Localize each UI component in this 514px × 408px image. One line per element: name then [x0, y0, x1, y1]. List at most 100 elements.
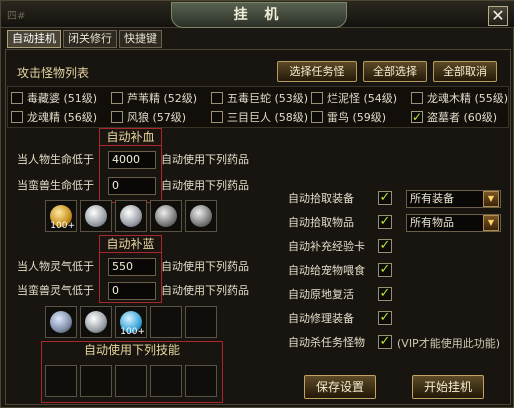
checkbox[interactable] — [311, 92, 323, 104]
monster-item[interactable]: 龙魂精 (56级) — [11, 109, 97, 125]
potion-slot[interactable] — [115, 200, 147, 232]
pet-hp-label: 当蛮兽生命低于 — [17, 179, 94, 192]
check-icon[interactable]: ✓ — [378, 335, 392, 349]
checkbox[interactable] — [311, 111, 323, 123]
potion-slot[interactable] — [185, 200, 217, 232]
skill-slot[interactable] — [150, 365, 182, 397]
save-settings-button[interactable]: 保存设置 — [304, 375, 376, 399]
monster-item[interactable]: 毒藏婆 (51级) — [11, 90, 97, 106]
check-icon[interactable]: ✓ — [378, 215, 392, 229]
player-hp-suffix: 自动使用下列药品 — [161, 153, 249, 166]
checkbox[interactable] — [211, 92, 223, 104]
check-icon[interactable]: ✓ — [378, 239, 392, 253]
monster-label: 龙魂木精 (55级) — [427, 92, 509, 105]
auto-kill-task-monster-label: 自动杀任务怪物 — [288, 336, 365, 349]
stack-count: 100+ — [50, 221, 75, 231]
check-icon[interactable]: ✓ — [378, 311, 392, 325]
player-hp-label: 当人物生命低于 — [17, 153, 94, 166]
potion-slot[interactable]: 100+ — [115, 306, 147, 338]
potion-slot[interactable]: 100+ — [45, 200, 77, 232]
skill-slot[interactable] — [115, 365, 147, 397]
potion-slot[interactable] — [150, 306, 182, 338]
potion-slot[interactable] — [80, 200, 112, 232]
monster-item[interactable]: 雷鸟 (59级) — [311, 109, 386, 125]
select-all-button[interactable]: 全部选择 — [363, 61, 427, 82]
monster-item[interactable]: 烂泥怪 (54级) — [311, 90, 397, 106]
monster-label: 烂泥怪 (54级) — [327, 92, 398, 105]
monster-item[interactable]: 风狼 (57级) — [111, 109, 186, 125]
skill-slot[interactable] — [80, 365, 112, 397]
check-icon[interactable]: ✓ — [378, 191, 392, 205]
check-icon[interactable]: ✓ — [378, 263, 392, 277]
potion-slot[interactable] — [45, 306, 77, 338]
monster-item[interactable]: 龙魂木精 (55级) — [411, 90, 508, 106]
monster-item[interactable]: 芦苇精 (52级) — [111, 90, 197, 106]
pet-mp-threshold-input[interactable]: 0 — [108, 282, 156, 300]
checkbox[interactable] — [211, 111, 223, 123]
player-mp-suffix: 自动使用下列药品 — [161, 260, 249, 273]
auto-feed-pet-label: 自动给宠物喂食 — [288, 264, 365, 277]
start-hangup-button[interactable]: 开始挂机 — [412, 375, 484, 399]
monster-label: 风狼 (57级) — [127, 111, 187, 124]
checkbox[interactable] — [411, 92, 423, 104]
title-bar: 四# 挂 机 ✕ — [1, 1, 514, 28]
skills-section-title: 自动使用下列技能 — [83, 343, 180, 357]
potion-icon — [155, 205, 177, 227]
monster-item[interactable]: ✓ 盗墓者 (60级) — [411, 109, 497, 125]
monster-label: 三目巨人 (58级) — [227, 111, 309, 124]
auto-hangup-window: 四# 挂 机 ✕ 自动挂机 闭关修行 快捷键 攻击怪物列表 选择任务怪 全部选择… — [0, 0, 514, 408]
potion-icon — [190, 205, 212, 227]
player-mp-label: 当人物灵气低于 — [17, 260, 94, 273]
check-icon[interactable]: ✓ — [411, 111, 423, 123]
auto-exp-card-label: 自动补充经验卡 — [288, 240, 365, 253]
checkbox[interactable] — [11, 92, 23, 104]
monster-label: 雷鸟 (59级) — [327, 111, 387, 124]
potion-slot[interactable] — [150, 200, 182, 232]
skill-slot[interactable] — [185, 365, 217, 397]
potion-icon — [85, 205, 107, 227]
pet-mp-label: 当蛮兽灵气低于 — [17, 284, 94, 297]
dropdown-arrow-icon[interactable]: ▼ — [483, 215, 499, 231]
check-icon[interactable]: ✓ — [378, 287, 392, 301]
pet-hp-suffix: 自动使用下列药品 — [161, 179, 249, 192]
corner-label: 四# — [7, 11, 26, 22]
tab-bar: 自动挂机 闭关修行 快捷键 — [7, 30, 164, 48]
hp-section-title: 自动补血 — [99, 128, 162, 146]
tab-auto-hangup[interactable]: 自动挂机 — [7, 30, 61, 48]
vip-note: (VIP才能使用此功能) — [397, 337, 500, 350]
player-hp-threshold-input[interactable]: 4000 — [108, 151, 156, 169]
skill-slot[interactable] — [45, 365, 77, 397]
mp-section-title: 自动补蓝 — [99, 235, 162, 253]
monster-label: 毒藏婆 (51级) — [27, 92, 98, 105]
tab-closed-training[interactable]: 闭关修行 — [63, 30, 117, 48]
window-title: 挂 机 — [171, 2, 347, 28]
auto-repair-label: 自动修理装备 — [288, 312, 354, 325]
potion-icon — [85, 311, 107, 333]
monster-label: 龙魂精 (56级) — [27, 111, 98, 124]
auto-pickup-items-label: 自动拾取物品 — [288, 216, 354, 229]
potion-slot[interactable] — [80, 306, 112, 338]
stack-count: 100+ — [120, 327, 145, 337]
player-mp-threshold-input[interactable]: 550 — [108, 258, 156, 276]
monster-label: 盗墓者 (60级) — [427, 111, 498, 124]
auto-pickup-equipment-label: 自动拾取装备 — [288, 192, 354, 205]
potion-icon — [50, 311, 72, 333]
cancel-all-button[interactable]: 全部取消 — [433, 61, 497, 82]
potion-icon — [120, 205, 142, 227]
close-icon[interactable]: ✕ — [488, 6, 508, 26]
tab-hotkeys[interactable]: 快捷键 — [119, 30, 162, 48]
monster-label: 芦苇精 (52级) — [127, 92, 198, 105]
select-task-monster-button[interactable]: 选择任务怪 — [277, 61, 357, 82]
pet-mp-suffix: 自动使用下列药品 — [161, 284, 249, 297]
checkbox[interactable] — [111, 92, 123, 104]
checkbox[interactable] — [111, 111, 123, 123]
monster-label: 五毒巨蛇 (53级) — [227, 92, 309, 105]
auto-revive-label: 自动原地复活 — [288, 288, 354, 301]
dropdown-arrow-icon[interactable]: ▼ — [483, 191, 499, 207]
monster-item[interactable]: 五毒巨蛇 (53级) — [211, 90, 308, 106]
pet-hp-threshold-input[interactable]: 0 — [108, 177, 156, 195]
potion-slot[interactable] — [185, 306, 217, 338]
monster-item[interactable]: 三目巨人 (58级) — [211, 109, 308, 125]
checkbox[interactable] — [11, 111, 23, 123]
monster-list-title: 攻击怪物列表 — [17, 66, 90, 80]
